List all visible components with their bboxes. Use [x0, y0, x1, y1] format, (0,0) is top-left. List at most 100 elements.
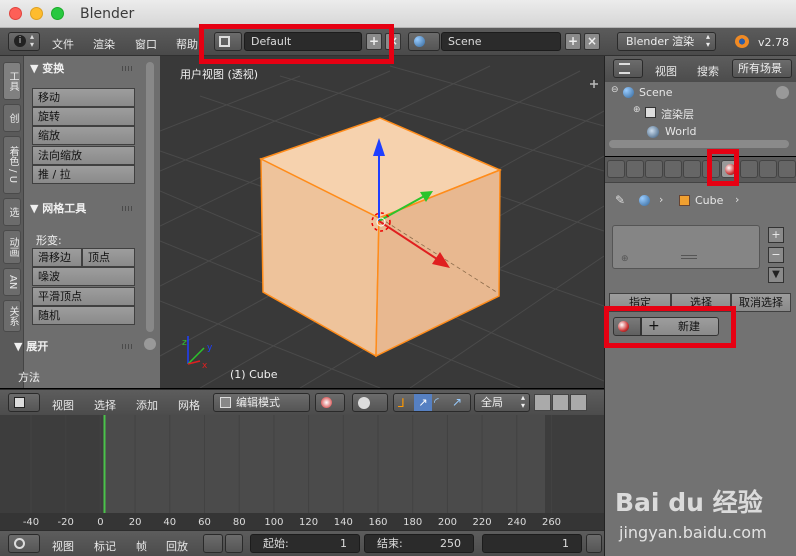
- shrink-fatten-button[interactable]: 法向缩放: [32, 146, 135, 165]
- delete-scene-icon[interactable]: ×: [584, 33, 600, 50]
- menu-add[interactable]: 添加: [136, 397, 158, 413]
- outliner-row-scene[interactable]: ⊖ Scene: [611, 85, 781, 101]
- tab-animation[interactable]: 动画: [3, 230, 21, 264]
- menu-frame[interactable]: 帧: [136, 538, 147, 554]
- outliner-scroll-thumb[interactable]: [776, 86, 789, 99]
- add-scene-icon[interactable]: +: [565, 33, 581, 50]
- panel-grip-icon[interactable]: [122, 206, 134, 211]
- smooth-vertex-button[interactable]: 平滑顶点: [32, 287, 135, 306]
- scale-button[interactable]: 缩放: [32, 126, 135, 145]
- slide-vertex-button[interactable]: 顶点: [82, 248, 135, 267]
- tab-constraints[interactable]: [664, 160, 682, 178]
- expand-icon[interactable]: ⊕: [633, 105, 641, 115]
- manipulator-toggles[interactable]: ⅃ ↗ ◜ ↗: [393, 393, 471, 412]
- menu-select[interactable]: 选择: [94, 397, 116, 413]
- collapse-icon[interactable]: ⊖: [611, 85, 619, 95]
- 3d-viewport[interactable]: y z x 用户视图 (透视) (1) Cube: [160, 56, 604, 388]
- material-browse-button[interactable]: [613, 317, 641, 336]
- tab-render-layers[interactable]: [607, 160, 625, 178]
- tab-relations[interactable]: 关系: [3, 300, 21, 332]
- render-engine-selector[interactable]: Blender 渲染 ▴ ▾: [617, 32, 716, 51]
- transform-panel-header[interactable]: ▼ 变换: [30, 60, 64, 76]
- menu-view[interactable]: 视图: [52, 397, 74, 413]
- scene-selector[interactable]: [408, 32, 440, 51]
- viewport-corner-plus-icon[interactable]: [590, 80, 598, 88]
- tool-shelf-scrollbar[interactable]: [146, 62, 154, 332]
- tab-world[interactable]: [626, 160, 644, 178]
- menu-view[interactable]: 视图: [655, 63, 677, 79]
- transform-orientation-selector[interactable]: 全局 ▴ ▾: [474, 393, 530, 412]
- current-frame-field[interactable]: 1: [482, 534, 582, 553]
- tab-an[interactable]: AN: [3, 268, 21, 296]
- timeline-editor[interactable]: -40 -20 0 20 40 60 80 100 120 140 160 180 200 220 240 2…: [0, 415, 604, 530]
- assign-button[interactable]: 指定: [609, 293, 671, 312]
- slot-menu-icon[interactable]: ▼: [768, 267, 784, 283]
- slide-edge-button[interactable]: 滑移边: [32, 248, 82, 267]
- mesh-tools-panel-header[interactable]: ▼ 网格工具: [30, 200, 86, 216]
- menu-marker[interactable]: 标记: [94, 538, 116, 554]
- tab-object[interactable]: [645, 160, 663, 178]
- minimize-window-button[interactable]: [30, 7, 43, 20]
- add-screen-icon[interactable]: +: [366, 33, 382, 50]
- push-pull-button[interactable]: 推 / 拉: [32, 165, 135, 184]
- display-mode-selector[interactable]: 所有场景: [732, 59, 792, 78]
- screen-layout-selector[interactable]: [214, 32, 242, 51]
- panel-grip-icon[interactable]: [122, 344, 134, 349]
- editor-type-button[interactable]: [8, 393, 40, 412]
- tab-data[interactable]: [702, 160, 720, 178]
- deselect-button[interactable]: 取消选择: [731, 293, 791, 312]
- scroll-thumb-round[interactable]: [144, 338, 156, 350]
- list-resize-grip-icon[interactable]: [681, 255, 697, 259]
- layer-icons[interactable]: [534, 394, 594, 411]
- rotate-button[interactable]: 旋转: [32, 107, 135, 126]
- tab-particles[interactable]: [759, 160, 777, 178]
- close-window-button[interactable]: [9, 7, 22, 20]
- editor-type-button[interactable]: [8, 534, 40, 553]
- menu-window[interactable]: 窗口: [135, 36, 157, 52]
- screen-layout-name[interactable]: Default: [244, 32, 362, 51]
- area-divider[interactable]: [604, 56, 605, 556]
- noise-button[interactable]: 噪波: [32, 267, 135, 286]
- tab-texture[interactable]: [740, 160, 758, 178]
- editor-type-button[interactable]: [613, 59, 643, 78]
- editor-type-button[interactable]: i ▴ ▾: [8, 32, 40, 51]
- randomize-button[interactable]: 随机: [32, 306, 135, 325]
- menu-view[interactable]: 视图: [52, 538, 74, 554]
- menu-search[interactable]: 搜索: [697, 63, 719, 79]
- jump-start-icon[interactable]: [586, 534, 602, 553]
- menu-playback[interactable]: 回放: [166, 538, 188, 554]
- panel-grip-icon[interactable]: [122, 66, 134, 71]
- tab-material[interactable]: [721, 160, 739, 178]
- maximize-window-button[interactable]: [51, 7, 64, 20]
- vertex-select-icon[interactable]: [534, 394, 551, 411]
- unwrap-panel-header[interactable]: ▼ 展开: [14, 338, 48, 354]
- tab-tools[interactable]: 工具: [3, 62, 21, 100]
- mode-selector[interactable]: 编辑模式: [213, 393, 310, 412]
- list-filter-icon[interactable]: ⊕: [621, 254, 629, 264]
- move-button[interactable]: 移动: [32, 88, 135, 107]
- menu-file[interactable]: 文件: [52, 36, 74, 52]
- outliner-hscrollbar[interactable]: [609, 140, 789, 148]
- end-frame-field[interactable]: 结束: 250: [364, 534, 474, 553]
- outliner-row-world[interactable]: World: [645, 124, 785, 140]
- new-material-button[interactable]: + 新建: [641, 317, 719, 336]
- pivot-selector[interactable]: [352, 393, 388, 412]
- lock-icon[interactable]: [225, 534, 243, 553]
- tab-shading-uv[interactable]: 着色 / U: [3, 136, 21, 194]
- face-select-icon[interactable]: [570, 394, 587, 411]
- menu-mesh[interactable]: 网格: [178, 397, 200, 413]
- start-frame-field[interactable]: 起始: 1: [250, 534, 360, 553]
- tab-physics[interactable]: [778, 160, 796, 178]
- menu-render[interactable]: 渲染: [93, 36, 115, 52]
- select-button[interactable]: 选择: [671, 293, 731, 312]
- tab-create[interactable]: 创: [3, 104, 21, 132]
- pin-icon[interactable]: ✎: [615, 193, 625, 207]
- menu-help[interactable]: 帮助: [176, 36, 198, 52]
- tab-options[interactable]: 选: [3, 198, 21, 226]
- scene-name[interactable]: Scene: [441, 32, 561, 51]
- delete-screen-icon[interactable]: ×: [385, 33, 401, 50]
- material-slot-list[interactable]: ⊕: [612, 225, 760, 269]
- remove-slot-icon[interactable]: −: [768, 247, 784, 263]
- keying-set-icon[interactable]: [203, 534, 223, 553]
- add-slot-icon[interactable]: +: [768, 227, 784, 243]
